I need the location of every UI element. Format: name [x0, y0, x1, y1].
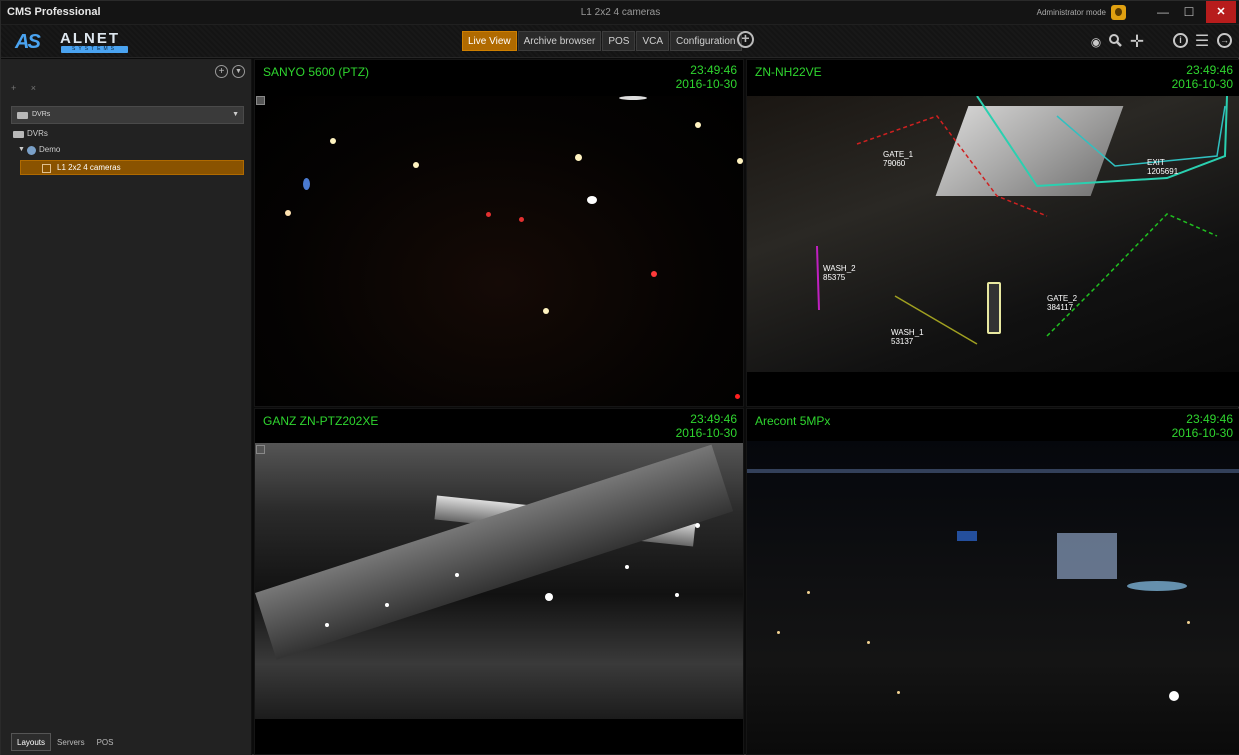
tree-item-layout-selected[interactable]: L1 2x2 4 cameras — [20, 160, 244, 175]
vca-label-wash-1: WASH_1 53137 — [891, 328, 924, 346]
camera-time: 23:49:46 — [1186, 63, 1233, 77]
camera-name: GANZ ZN-PTZ202XE — [263, 414, 379, 428]
camera-date: 2016-10-30 — [675, 77, 737, 91]
main-tabs: Live View Archive browser POS VCA Config… — [462, 31, 743, 51]
eye-icon[interactable]: ◉ — [1088, 33, 1104, 51]
vca-label-name: EXIT — [1147, 158, 1165, 167]
grid-icon[interactable] — [256, 96, 265, 105]
tab-servers[interactable]: Servers — [51, 733, 91, 751]
camera-view-3[interactable]: GANZ ZN-PTZ202XE 23:49:46 2016-10-30 — [254, 408, 744, 755]
layout-icon — [42, 164, 51, 173]
grid-icon[interactable] — [256, 445, 265, 454]
expand-collapse-icons[interactable]: + × — [11, 83, 42, 93]
tree-item-demo[interactable]: ▼ Demo — [1, 143, 252, 157]
logo-mark: AS — [15, 31, 41, 53]
tab-archive-browser[interactable]: Archive browser — [517, 31, 602, 51]
main-toolbar: AS ALNET SYSTEMS Live View Archive brows… — [1, 25, 1239, 58]
tree-item-label: Demo — [39, 145, 61, 154]
admin-shield-icon[interactable] — [1111, 5, 1126, 20]
tab-layouts[interactable]: Layouts — [11, 733, 52, 751]
camera-name: SANYO 5600 (PTZ) — [263, 65, 370, 79]
download-icon[interactable]: ▼ — [232, 65, 245, 78]
logo-sub: SYSTEMS — [61, 46, 128, 53]
zoom-icon[interactable] — [1107, 33, 1123, 51]
tab-vca[interactable]: VCA — [636, 31, 670, 51]
logo-name: ALNET — [60, 30, 120, 47]
tab-configuration[interactable]: Configuration — [670, 31, 742, 51]
vca-label-gate-1: GATE_1 79060 — [883, 150, 913, 168]
camera-name: ZN-NH22VE — [755, 65, 822, 79]
tab-pos-sidebar[interactable]: POS — [91, 733, 120, 751]
user-mode-label: Administrator mode — [1036, 8, 1106, 17]
tree-item-label: L1 2x2 4 cameras — [57, 163, 121, 172]
tree-item-dvrs[interactable]: DVRs — [1, 127, 252, 141]
alnet-logo: AS ALNET SYSTEMS — [13, 30, 137, 54]
tree-item-label: DVRs — [27, 129, 48, 138]
camera-date: 2016-10-30 — [675, 426, 737, 440]
video-feed — [255, 96, 743, 406]
menu-icon[interactable]: ☰ — [1194, 33, 1210, 51]
move-icon[interactable]: ✛ — [1128, 33, 1146, 51]
camera-view-1[interactable]: SANYO 5600 (PTZ) 23:49:46 2016-10-30 — [254, 59, 744, 407]
tab-pos[interactable]: POS — [602, 31, 636, 51]
camera-time: 23:49:46 — [690, 63, 737, 77]
close-button[interactable]: ✕ — [1206, 1, 1236, 23]
vca-label-count: 79060 — [883, 159, 906, 168]
title-bar: CMS Professional L1 2x2 4 cameras Admini… — [1, 1, 1239, 25]
vca-label-name: GATE_2 — [1047, 294, 1078, 303]
video-feed — [747, 441, 1239, 754]
gas-station — [935, 106, 1124, 196]
road — [255, 444, 734, 660]
expand-caret-icon[interactable]: ▼ — [18, 143, 25, 157]
sidebar: + ▼ + × DVRs ▼ DVRs ▼ Demo L1 2x2 4 came… — [1, 59, 252, 755]
vca-label-count: 53137 — [891, 337, 914, 346]
camera-time: 23:49:46 — [690, 412, 737, 426]
dvr-dropdown-value: DVRs — [32, 111, 51, 118]
cms-window: CMS Professional L1 2x2 4 cameras Admini… — [0, 0, 1239, 755]
folder-icon — [13, 131, 24, 138]
video-feed: GATE_1 79060 EXIT 1205691 WASH_2 85375 G… — [747, 96, 1239, 372]
vca-label-name: GATE_1 — [883, 150, 914, 159]
vca-label-exit: EXIT 1205691 — [1147, 158, 1178, 176]
vca-label-wash-2: WASH_2 85375 — [823, 264, 856, 282]
camera-name: Arecont 5MPx — [755, 414, 831, 428]
info-icon[interactable]: i — [1173, 33, 1188, 48]
video-feed — [255, 443, 743, 719]
camera-date: 2016-10-30 — [1171, 426, 1233, 440]
camera-view-4[interactable]: Arecont 5MPx 23:49:46 2016-10-30 — [746, 408, 1239, 755]
exit-icon[interactable]: → — [1217, 33, 1232, 48]
sidebar-tabs: Layouts Servers POS — [11, 733, 120, 751]
vca-label-name: WASH_1 — [891, 328, 924, 337]
globe-icon — [27, 146, 36, 155]
vca-label-count: 384117 — [1047, 303, 1074, 312]
camera-date: 2016-10-30 — [1171, 77, 1233, 91]
minimize-button[interactable]: — — [1150, 1, 1176, 23]
folder-icon — [17, 112, 28, 119]
tab-live-view[interactable]: Live View — [462, 31, 517, 51]
vca-label-count: 1205691 — [1147, 167, 1179, 176]
vca-label-name: WASH_2 — [823, 264, 856, 273]
add-icon[interactable]: + — [215, 65, 228, 78]
camera-time: 23:49:46 — [1186, 412, 1233, 426]
vca-label-gate-2: GATE_2 384117 — [1047, 294, 1077, 312]
camera-view-2[interactable]: ZN-NH22VE 23:49:46 2016-10-30 GATE_1 790… — [746, 59, 1239, 407]
maximize-button[interactable]: ☐ — [1176, 1, 1202, 23]
dropdown-arrow-icon: ▼ — [232, 111, 239, 118]
add-tab-icon[interactable]: + — [737, 31, 754, 48]
vca-label-count: 85375 — [823, 273, 846, 282]
dvr-dropdown[interactable]: DVRs ▼ — [11, 106, 244, 124]
